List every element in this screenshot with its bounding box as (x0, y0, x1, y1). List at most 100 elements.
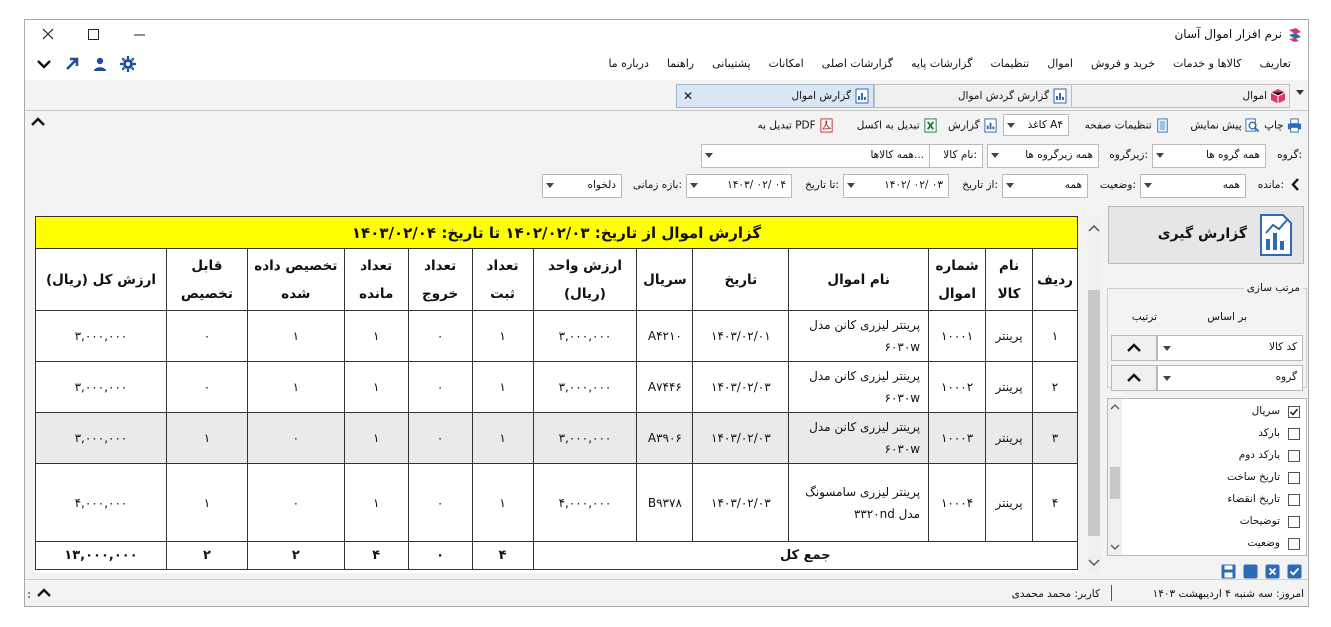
sort-order-1-button[interactable] (1111, 335, 1157, 361)
tab-assets[interactable]: اموال (1068, 84, 1290, 108)
close-tab-icon[interactable]: ✕ (683, 85, 693, 107)
column-option-label: تاریخ انقضاء (1227, 493, 1280, 505)
menu-item[interactable]: امکانات (760, 57, 813, 70)
table-row[interactable]: ۲ پرینتر ۱۰۰۰۲ پرینتر لیزری کانن مدل ۶۰۳۰w ۱… (35, 361, 1078, 413)
table-cell: ۱ (246, 361, 345, 413)
checkbox[interactable] (1288, 406, 1300, 418)
menu-item[interactable]: راهنما (658, 57, 703, 70)
group-label: گروه: (1277, 149, 1302, 161)
reset-icon[interactable] (1243, 564, 1258, 579)
column-option[interactable]: توضیحات (1132, 513, 1302, 531)
page-setup-button[interactable]: تنظیمات صفحه (1085, 118, 1170, 133)
table-row[interactable]: ۳ پرینتر ۱۰۰۰۳ پرینتر لیزری کانن مدل ۶۰۳۰w ۱… (35, 412, 1078, 464)
close-button[interactable] (30, 22, 66, 48)
menu-item[interactable]: اموال (1038, 57, 1082, 70)
checkbox[interactable] (1288, 538, 1300, 550)
shortcut-button[interactable] (63, 55, 81, 73)
group-select[interactable]: همه گروه ها (1152, 144, 1266, 168)
app-logo-icon (1289, 28, 1301, 42)
table-row[interactable]: ۱ پرینتر ۱۰۰۰۱ پرینتر لیزری کانن مدل ۶۰۳۰w ۱… (35, 310, 1078, 362)
menu-item[interactable]: گزارشات اصلی (813, 57, 902, 70)
group-value: همه گروه ها (1205, 149, 1260, 161)
scroll-thumb[interactable] (1088, 290, 1100, 536)
checkbox[interactable] (1288, 450, 1300, 462)
export-excel-button[interactable]: تبدیل به اکسل (857, 118, 938, 133)
item-name-select[interactable]: همه کالاها... (701, 144, 930, 168)
scroll-down-icon[interactable] (1087, 557, 1101, 569)
column-option[interactable]: وضعیت (1132, 535, 1302, 553)
menu-item[interactable]: خرید و فروش (1082, 57, 1164, 70)
column-option[interactable]: تاریخ ساخت (1132, 469, 1302, 487)
collapse-status-button[interactable] (37, 588, 51, 601)
checkbox[interactable] (1288, 494, 1300, 506)
maximize-button[interactable] (75, 22, 111, 48)
resize-grip[interactable] (28, 592, 34, 598)
user-button[interactable] (91, 55, 109, 73)
chevron-down-icon (37, 60, 51, 69)
sort-field-1-value: کد کالا (1268, 341, 1297, 353)
menu-item[interactable]: گزارشات پایه (902, 57, 981, 70)
save-icon[interactable] (1221, 564, 1236, 579)
pdf-icon (820, 118, 833, 133)
uncheck-all-icon[interactable] (1265, 564, 1280, 579)
report-button[interactable]: گزارش (948, 118, 998, 133)
period-select[interactable]: دلخواه (542, 174, 622, 198)
balance-select[interactable]: همه (1140, 174, 1246, 198)
report-icon (855, 88, 869, 104)
column-header: شماره اموال (928, 248, 987, 311)
checkbox[interactable] (1288, 472, 1300, 484)
menu-item[interactable]: تعاریف (1251, 57, 1300, 70)
check-all-icon[interactable] (1287, 564, 1302, 579)
column-header: ردیف (1032, 248, 1078, 311)
menu-icons (35, 55, 137, 73)
tab-assets-report[interactable]: گزارش اموال ✕ (676, 84, 874, 108)
sort-order-2-button[interactable] (1111, 365, 1157, 391)
column-option[interactable]: سریال (1132, 403, 1302, 421)
menu-item[interactable]: تنظیمات (981, 57, 1038, 70)
sort-field-2-select[interactable]: گروه (1157, 365, 1303, 391)
column-option[interactable]: بارکد دوم (1132, 447, 1302, 465)
scroll-thumb[interactable] (1110, 467, 1120, 499)
checkbox[interactable] (1288, 516, 1300, 528)
menu-item[interactable]: کالاها و خدمات (1164, 57, 1251, 70)
column-list-scrollbar[interactable] (1108, 399, 1122, 555)
status-select[interactable]: همه (1002, 174, 1088, 198)
report-scrollbar[interactable] (1087, 216, 1101, 573)
expand-filters-button[interactable] (1291, 178, 1300, 194)
sort-field-1-select[interactable]: کد کالا (1157, 335, 1303, 361)
table-cell: ۰ (246, 463, 345, 542)
column-header: ارزش واحد (ریال) (532, 248, 638, 311)
scroll-up-icon[interactable] (1087, 222, 1101, 234)
minimize-button[interactable] (121, 22, 157, 48)
collapse-menu-button[interactable] (35, 55, 53, 73)
sort-by-label: بر اساس (1207, 311, 1247, 323)
menu-item[interactable]: پشتیبانی (703, 57, 759, 70)
table-cell: پرینتر لیزری کانن مدل ۶۰۳۰w (788, 412, 930, 464)
table-cell: ۳ (1032, 412, 1078, 464)
table-cell: ۳,۰۰۰,۰۰۰ (35, 310, 167, 362)
chevron-up-icon (31, 117, 45, 126)
scroll-up-icon[interactable] (1108, 402, 1122, 412)
scroll-down-icon[interactable] (1108, 542, 1122, 552)
today-date: امروز: سه شنبه ۴ اردیبهشت ۱۴۰۳ (1152, 588, 1304, 600)
menu-item[interactable]: درباره ما (599, 57, 657, 70)
tab-assets-turnover-report[interactable]: گزارش گردش اموال (874, 84, 1072, 108)
export-pdf-button[interactable]: تبدیل به PDF (757, 118, 834, 133)
status-divider (1111, 585, 1112, 601)
settings-button[interactable] (119, 55, 137, 73)
checkbox[interactable] (1288, 428, 1300, 440)
table-row[interactable]: ۴ پرینتر ۱۰۰۰۴ پرینتر لیزری سامسونگ مدل ۳۳۲… (35, 463, 1078, 542)
paper-size-select[interactable]: کاغذ A۴ (1003, 114, 1069, 136)
to-date-input[interactable]: ۱۴۰۳/ ۰۲/ ۰۴ (686, 174, 792, 198)
collapse-panel-button[interactable] (31, 117, 45, 130)
tab-dropdown-icon[interactable] (1296, 90, 1304, 95)
preview-button[interactable]: پیش نمایش (1190, 118, 1260, 133)
status-bar: امروز: سه شنبه ۴ اردیبهشت ۱۴۰۳ کاربر: مح… (25, 579, 1308, 606)
column-option[interactable]: بارکد (1132, 425, 1302, 443)
generate-report-button[interactable]: گزارش گیری (1108, 206, 1304, 264)
from-date-input[interactable]: ۱۴۰۲/ ۰۲/ ۰۳ (843, 174, 949, 198)
print-button[interactable]: چاپ (1264, 118, 1302, 133)
subgroup-select[interactable]: همه زیرگروه ها (987, 144, 1099, 168)
chevron-down-icon (546, 183, 554, 188)
column-option[interactable]: تاریخ انقضاء (1132, 491, 1302, 509)
